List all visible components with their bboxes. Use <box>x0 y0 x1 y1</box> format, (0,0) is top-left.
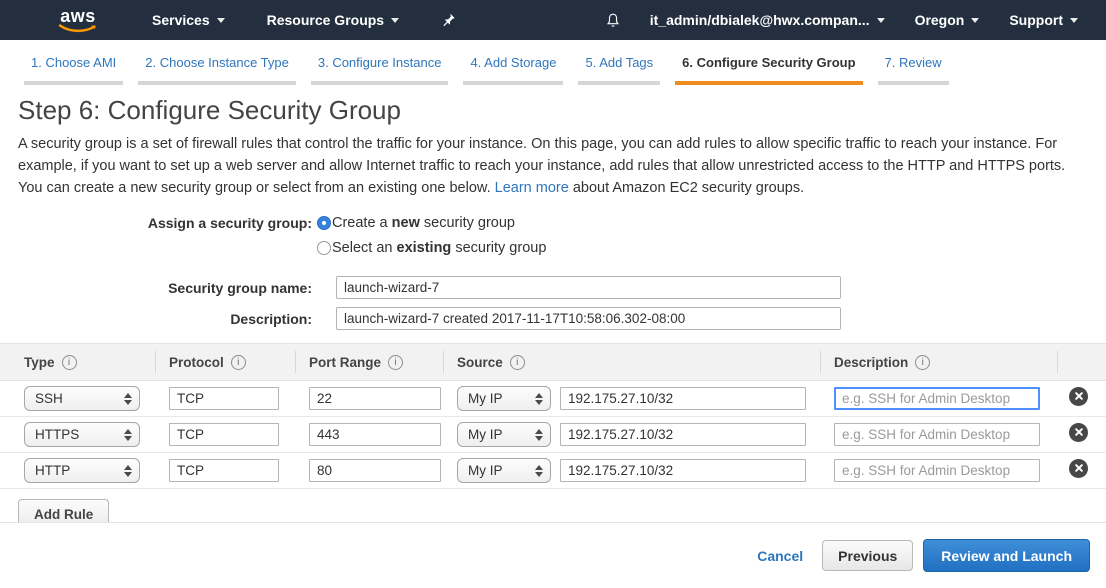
chevron-down-icon <box>391 18 399 23</box>
security-group-description-input[interactable] <box>336 307 841 330</box>
rule-row-http: HTTP My IP <box>0 453 1106 489</box>
rule-row-https: HTTPS My IP <box>0 417 1106 453</box>
tab-review[interactable]: 7. Review <box>878 55 949 85</box>
nav-services[interactable]: Services <box>152 12 225 28</box>
info-icon[interactable] <box>62 355 77 370</box>
select-arrows-icon <box>124 465 132 477</box>
select-arrows-icon <box>535 429 543 441</box>
column-header-actions <box>1057 344 1106 380</box>
nav-region-menu[interactable]: Oregon <box>915 12 980 28</box>
column-header-source: Source <box>443 344 820 380</box>
protocol-input[interactable] <box>169 387 279 410</box>
tab-add-storage[interactable]: 4. Add Storage <box>463 55 563 85</box>
source-cidr-input[interactable] <box>560 459 806 482</box>
port-range-input[interactable] <box>309 459 441 482</box>
pin-icon[interactable] <box>441 12 456 28</box>
chevron-down-icon <box>971 18 979 23</box>
source-mode-select[interactable]: My IP <box>457 386 551 411</box>
learn-more-link[interactable]: Learn more <box>495 180 569 196</box>
select-arrows-icon <box>124 393 132 405</box>
group-name-label: Security group name: <box>18 280 312 296</box>
rule-description-input[interactable] <box>834 423 1040 446</box>
port-range-input[interactable] <box>309 423 441 446</box>
page-content: Step 6: Configure Security Group A secur… <box>0 95 1106 330</box>
aws-logo[interactable]: aws <box>58 8 98 33</box>
tab-configure-instance[interactable]: 3. Configure Instance <box>311 55 449 85</box>
column-header-type: Type <box>0 344 155 380</box>
source-mode-select[interactable]: My IP <box>457 458 551 483</box>
column-header-description: Description <box>820 344 1057 380</box>
info-icon[interactable] <box>510 355 525 370</box>
tab-choose-ami[interactable]: 1. Choose AMI <box>24 55 123 85</box>
rule-row-ssh: SSH My IP <box>0 381 1106 417</box>
chevron-down-icon <box>1070 18 1078 23</box>
security-group-name-input[interactable] <box>336 276 841 299</box>
select-arrows-icon <box>124 429 132 441</box>
top-navbar: aws Services Resource Groups it_admin/db… <box>0 0 1106 40</box>
assign-group-label: Assign a security group: <box>18 215 312 231</box>
radio-select-existing-label[interactable]: Select an existing security group <box>332 240 546 256</box>
aws-smile-icon <box>58 24 98 33</box>
select-arrows-icon <box>535 465 543 477</box>
tab-choose-instance-type[interactable]: 2. Choose Instance Type <box>138 55 296 85</box>
wizard-footer: Cancel Previous Review and Launch <box>0 522 1106 588</box>
radio-select-existing-group[interactable] <box>317 241 331 255</box>
rule-description-input[interactable] <box>834 387 1040 410</box>
tab-configure-security-group[interactable]: 6. Configure Security Group <box>675 55 862 85</box>
rules-table-header: Type Protocol Port Range Source Descript… <box>0 344 1106 381</box>
select-existing-row: Select an existing security group <box>18 240 1088 256</box>
info-icon[interactable] <box>231 355 246 370</box>
type-select[interactable]: HTTP <box>24 458 140 483</box>
source-mode-select[interactable]: My IP <box>457 422 551 447</box>
type-select[interactable]: SSH <box>24 386 140 411</box>
port-range-input[interactable] <box>309 387 441 410</box>
aws-logo-text: aws <box>60 8 96 24</box>
page-title: Step 6: Configure Security Group <box>18 95 1088 126</box>
info-icon[interactable] <box>388 355 403 370</box>
security-group-form: Assign a security group: Create a new se… <box>18 215 1088 330</box>
cancel-link[interactable]: Cancel <box>757 548 803 564</box>
radio-create-new-label[interactable]: Create a new security group <box>332 215 515 231</box>
delete-rule-button[interactable] <box>1069 459 1088 478</box>
chevron-down-icon <box>877 18 885 23</box>
inbound-rules-table: Type Protocol Port Range Source Descript… <box>0 343 1106 489</box>
group-description-row: Description: <box>18 307 1088 330</box>
chevron-down-icon <box>217 18 225 23</box>
wizard-step-tabs: 1. Choose AMI 2. Choose Instance Type 3.… <box>0 40 1106 85</box>
protocol-input[interactable] <box>169 459 279 482</box>
delete-rule-button[interactable] <box>1069 387 1088 406</box>
delete-rule-button[interactable] <box>1069 423 1088 442</box>
group-description-label: Description: <box>18 311 312 327</box>
review-and-launch-button[interactable]: Review and Launch <box>923 539 1090 572</box>
navbar-right: it_admin/dbialek@hwx.compan... Oregon Su… <box>604 11 1078 30</box>
group-name-row: Security group name: <box>18 276 1088 299</box>
column-header-port-range: Port Range <box>295 344 443 380</box>
source-cidr-input[interactable] <box>560 387 806 410</box>
tab-add-tags[interactable]: 5. Add Tags <box>578 55 660 85</box>
info-icon[interactable] <box>915 355 930 370</box>
source-cidr-input[interactable] <box>560 423 806 446</box>
bell-icon[interactable] <box>604 11 622 30</box>
radio-create-new-group[interactable] <box>317 216 331 230</box>
nav-support-menu[interactable]: Support <box>1009 12 1078 28</box>
previous-button[interactable]: Previous <box>822 540 913 571</box>
nav-resource-groups[interactable]: Resource Groups <box>267 12 399 28</box>
nav-user-menu[interactable]: it_admin/dbialek@hwx.compan... <box>650 12 885 28</box>
protocol-input[interactable] <box>169 423 279 446</box>
select-arrows-icon <box>535 393 543 405</box>
assign-group-row: Assign a security group: Create a new se… <box>18 215 1088 231</box>
column-header-protocol: Protocol <box>155 344 295 380</box>
page-intro: A security group is a set of firewall ru… <box>18 133 1088 199</box>
rule-description-input[interactable] <box>834 459 1040 482</box>
type-select[interactable]: HTTPS <box>24 422 140 447</box>
